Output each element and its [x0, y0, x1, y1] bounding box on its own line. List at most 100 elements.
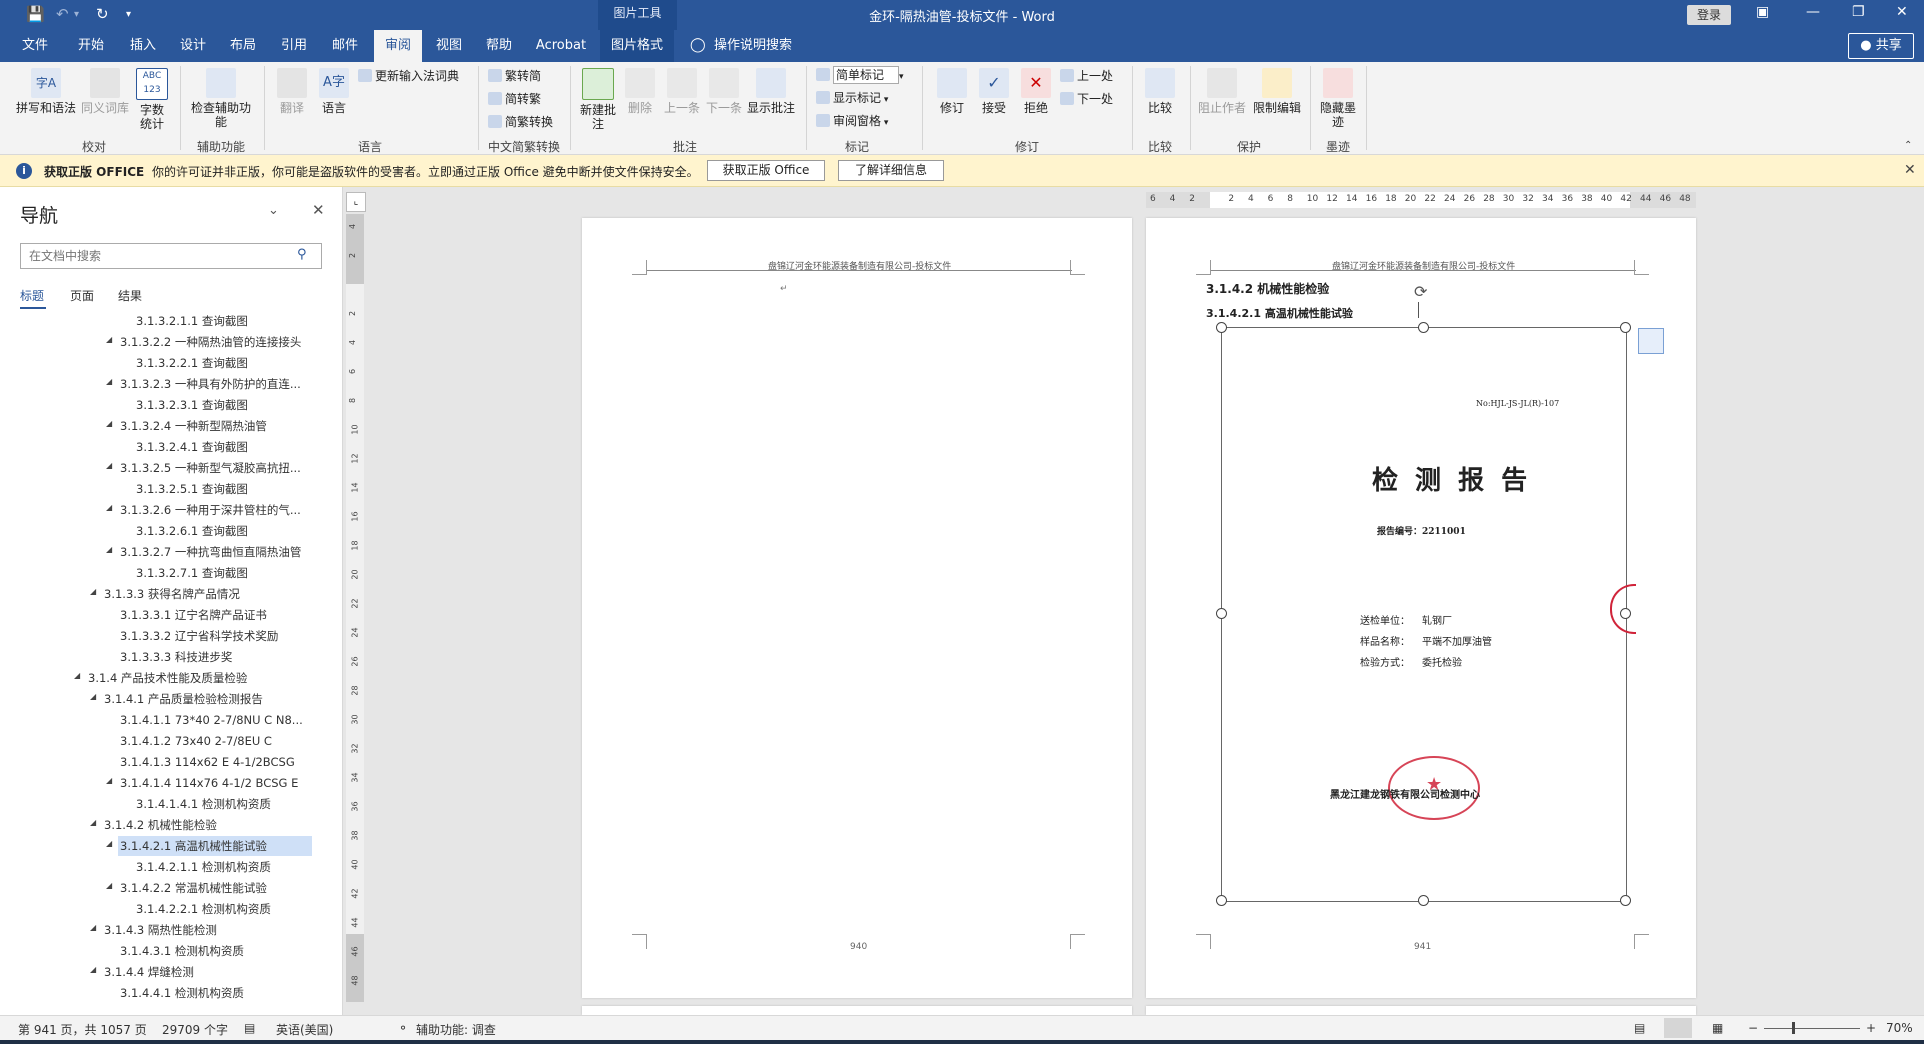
nav-heading-item[interactable]: 3.1.3.3.3 科技进步奖	[120, 647, 232, 667]
proofing-icon[interactable]: ▤	[244, 1021, 255, 1035]
nav-tab-headings[interactable]: 标题	[20, 287, 44, 304]
nav-heading-item[interactable]: 3.1.3.2.7 一种抗弯曲恒直隔热油管	[120, 542, 301, 562]
nav-heading-item[interactable]: 3.1.4.4.1 检测机构资质	[120, 983, 244, 1003]
close-window-icon[interactable]: ✕	[1896, 4, 1908, 20]
show-comments-button[interactable]: 显示批注	[746, 68, 796, 115]
simp-trad-convert-button[interactable]: 简繁转换	[488, 114, 553, 130]
heading-level-4[interactable]: 3.1.4.2 机械性能检验	[1206, 280, 1329, 297]
tab-file[interactable]: 文件	[14, 30, 56, 62]
accessibility-status[interactable]: 辅助功能: 调查	[416, 1021, 496, 1038]
document-page-941[interactable]: 盘锦辽河金环能源装备制造有限公司-投标文件 3.1.4.2 机械性能检验 3.1…	[1146, 218, 1696, 998]
hide-ink-button[interactable]: 隐藏墨迹	[1316, 68, 1360, 129]
collapse-triangle-icon[interactable]: ◢	[90, 923, 96, 932]
web-layout-icon[interactable]: ▦	[1712, 1021, 1723, 1035]
nav-heading-item[interactable]: 3.1.3.3.1 辽宁名牌产品证书	[120, 605, 267, 625]
horizontal-ruler[interactable]: 6 4 2 2 4 6 8 10 12 14 16 18 20 22 24 26 28 30 32 34 36 38 40 4…	[1146, 192, 1696, 208]
nav-heading-item[interactable]: 3.1.3.2.2.1 查询截图	[136, 353, 248, 373]
language-button[interactable]: A字 语言	[314, 68, 354, 115]
collapse-triangle-icon[interactable]: ◢	[106, 335, 112, 344]
update-ime-dictionary-button[interactable]: 更新输入法词典	[358, 68, 459, 84]
page-count-status[interactable]: 第 941 页，共 1057 页	[18, 1021, 147, 1038]
zoom-level[interactable]: 70%	[1886, 1021, 1913, 1035]
tab-mailings[interactable]: 邮件	[324, 30, 366, 62]
login-button[interactable]: 登录	[1687, 5, 1731, 25]
zoom-slider-thumb[interactable]	[1792, 1022, 1795, 1034]
compare-button[interactable]: 比较	[1140, 68, 1180, 115]
tell-me-search[interactable]: 操作说明搜索	[714, 30, 824, 62]
report-image[interactable]: No:HJL-JS-JL(R)-107 检 测 报 告 报告编号：2211001…	[1221, 327, 1636, 902]
delete-comment-button[interactable]: 删除	[620, 68, 660, 115]
resize-handle[interactable]	[1620, 608, 1631, 619]
nav-heading-item[interactable]: 3.1.3.2.4 一种新型隔热油管	[120, 416, 267, 436]
collapse-ribbon-icon[interactable]: ⌃	[1904, 140, 1912, 151]
nav-tab-pages[interactable]: 页面	[70, 287, 94, 304]
read-mode-icon[interactable]: ▤	[1634, 1021, 1645, 1035]
next-comment-button[interactable]: 下一条	[704, 68, 744, 115]
tab-references[interactable]: 引用	[273, 30, 315, 62]
collapse-triangle-icon[interactable]: ◢	[106, 503, 112, 512]
nav-heading-item[interactable]: 3.1.4.1.2 73x40 2-7/8EU C	[120, 731, 272, 751]
collapse-triangle-icon[interactable]: ◢	[90, 965, 96, 974]
nav-heading-item[interactable]: 3.1.3.2.1.1 查询截图	[136, 311, 248, 331]
simp-to-trad-button[interactable]: 简转繁	[488, 91, 541, 107]
collapse-triangle-icon[interactable]: ◢	[106, 839, 112, 848]
markup-select[interactable]: 简单标记 ▾	[816, 66, 904, 85]
nav-heading-item[interactable]: 3.1.4 产品技术性能及质量检验	[88, 668, 247, 688]
nav-heading-item[interactable]: 3.1.4.3.1 检测机构资质	[120, 941, 244, 961]
nav-heading-item[interactable]: 3.1.4.2.2 常温机械性能试验	[120, 878, 267, 898]
minimize-icon[interactable]: —	[1806, 4, 1820, 20]
nav-heading-item[interactable]: 3.1.4.1.3 114x62 E 4-1/2BCSG	[120, 752, 295, 772]
nav-heading-item[interactable]: 3.1.3.2.7.1 查询截图	[136, 563, 248, 583]
tab-view[interactable]: 视图	[428, 30, 470, 62]
rotate-handle-icon[interactable]: ⟳	[1414, 282, 1427, 301]
tab-review[interactable]: 审阅	[374, 30, 422, 62]
word-count-button[interactable]: ABC 123 字数统计	[136, 68, 168, 131]
tab-acrobat[interactable]: Acrobat	[532, 30, 590, 62]
collapse-triangle-icon[interactable]: ◢	[106, 545, 112, 554]
tab-selector[interactable]: ⌞	[346, 192, 366, 212]
nav-heading-item[interactable]: 3.1.3.2.3.1 查询截图	[136, 395, 248, 415]
previous-change-button[interactable]: 上一处	[1060, 68, 1113, 84]
zoom-slider[interactable]	[1764, 1028, 1860, 1029]
tab-layout[interactable]: 布局	[222, 30, 264, 62]
nav-heading-item[interactable]: 3.1.4.3 隔热性能检测	[104, 920, 217, 940]
nav-heading-item[interactable]: 3.1.4.4 焊缝检测	[104, 962, 194, 982]
zoom-in-icon[interactable]: +	[1866, 1021, 1876, 1035]
collapse-triangle-icon[interactable]: ◢	[90, 818, 96, 827]
collapse-triangle-icon[interactable]: ◢	[106, 776, 112, 785]
translate-button[interactable]: 翻译	[272, 68, 312, 115]
get-genuine-office-button[interactable]: 获取正版 Office	[707, 160, 825, 181]
share-button[interactable]: ● 共享	[1848, 33, 1914, 59]
accept-button[interactable]: ✓ 接受	[974, 68, 1014, 115]
close-icon[interactable]: ✕	[312, 201, 325, 219]
nav-heading-item[interactable]: 3.1.4.2.1.1 检测机构资质	[136, 857, 271, 877]
nav-heading-item[interactable]: 3.1.4.2.2.1 检测机构资质	[136, 899, 271, 919]
language-status[interactable]: 英语(美国)	[276, 1021, 333, 1038]
nav-heading-item[interactable]: 3.1.3.2.6 一种用于深井管柱的气...	[120, 500, 301, 520]
nav-heading-item[interactable]: 3.1.3.2.5.1 查询截图	[136, 479, 248, 499]
nav-tab-results[interactable]: 结果	[118, 287, 142, 304]
new-comment-button[interactable]: 新建批注	[578, 68, 618, 131]
trad-to-simp-button[interactable]: 繁转简	[488, 68, 541, 84]
tab-help[interactable]: 帮助	[478, 30, 520, 62]
collapse-triangle-icon[interactable]: ◢	[90, 587, 96, 596]
tab-picture-format[interactable]: 图片格式	[600, 30, 674, 62]
nav-heading-item[interactable]: 3.1.4.1.4.1 检测机构资质	[136, 794, 271, 814]
block-authors-button[interactable]: 阻止作者	[1198, 68, 1246, 115]
reject-button[interactable]: ✕ 拒绝	[1016, 68, 1056, 115]
show-markup-dropdown[interactable]: 显示标记 ▾	[816, 90, 888, 108]
nav-heading-item[interactable]: 3.1.3.3 获得名牌产品情况	[104, 584, 240, 604]
collapse-triangle-icon[interactable]: ◢	[106, 377, 112, 386]
collapse-triangle-icon[interactable]: ◢	[90, 692, 96, 701]
restrict-editing-button[interactable]: 限制编辑	[1250, 68, 1304, 115]
resize-handle[interactable]	[1216, 322, 1227, 333]
restore-icon[interactable]: ❐	[1852, 4, 1865, 20]
track-changes-button[interactable]: 修订	[932, 68, 972, 115]
nav-heading-item[interactable]: 3.1.3.2.6.1 查询截图	[136, 521, 248, 541]
resize-handle[interactable]	[1216, 895, 1227, 906]
zoom-out-icon[interactable]: −	[1748, 1021, 1758, 1035]
spelling-grammar-button[interactable]: 字A 拼写和语法	[14, 68, 78, 115]
nav-heading-item[interactable]: 3.1.3.2.2 一种隔热油管的连接接头	[120, 332, 301, 352]
collapse-triangle-icon[interactable]: ◢	[106, 461, 112, 470]
thesaurus-button[interactable]: 同义词库	[80, 68, 130, 115]
